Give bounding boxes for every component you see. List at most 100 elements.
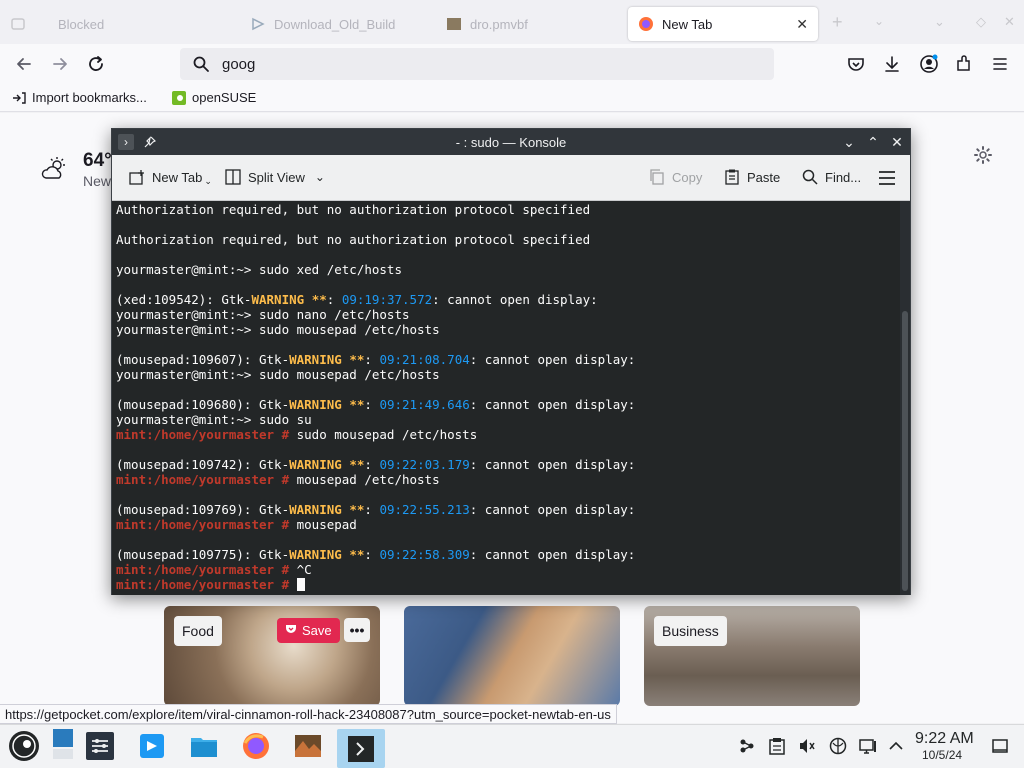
bookmark-import[interactable]: Import bookmarks... bbox=[12, 90, 147, 105]
vscode-icon bbox=[250, 16, 266, 32]
pocket-icon[interactable] bbox=[846, 54, 866, 74]
firefox-icon[interactable] bbox=[238, 729, 274, 763]
peek-desktop-icon[interactable] bbox=[990, 736, 1010, 756]
url-bar[interactable] bbox=[180, 48, 774, 80]
close-icon[interactable]: ✕ bbox=[888, 133, 906, 151]
account-icon[interactable] bbox=[919, 54, 939, 74]
downloads-icon[interactable] bbox=[882, 54, 902, 74]
copy-label: Copy bbox=[672, 169, 703, 185]
file-manager-icon[interactable] bbox=[186, 729, 222, 763]
minimize-window-icon[interactable]: ⌄ bbox=[934, 14, 945, 30]
opensuse-icon bbox=[172, 90, 186, 105]
new-tab-plus-icon[interactable]: + bbox=[832, 12, 843, 33]
bookmark-label: Import bookmarks... bbox=[32, 90, 147, 105]
extensions-icon[interactable] bbox=[954, 54, 974, 74]
konsole-window: › - : sudo — Konsole ⌄ ⌃ ✕ New Tab ⌄ Spl… bbox=[111, 128, 911, 595]
maximize-window-icon[interactable]: ◇ bbox=[976, 14, 986, 30]
close-window-icon[interactable]: ✕ bbox=[1004, 14, 1015, 30]
clock-date[interactable]: 10/5/24 bbox=[922, 748, 962, 762]
paste-icon bbox=[723, 168, 741, 186]
terminal-line: yourmaster@mint:~> sudo mousepad /etc/ho… bbox=[116, 367, 440, 382]
chevron-down-icon[interactable]: ⌄ bbox=[840, 133, 858, 151]
terminal-icon: › bbox=[118, 134, 134, 150]
tab-label: Download_Old_Build bbox=[274, 16, 396, 32]
network-icon[interactable] bbox=[828, 736, 848, 756]
tab-dro[interactable]: dro.pmvbf bbox=[436, 7, 622, 41]
bookmark-label: openSUSE bbox=[192, 90, 257, 105]
save-to-pocket-button[interactable]: Save bbox=[277, 618, 340, 643]
url-input[interactable] bbox=[222, 55, 722, 73]
tab-label: New Tab bbox=[662, 16, 713, 32]
konsole-toolbar: New Tab ⌄ Split View ⌄ Copy Paste Find..… bbox=[112, 155, 910, 201]
find-label: Find... bbox=[825, 169, 862, 185]
weather-location: New bbox=[83, 173, 112, 189]
menu-hamburger-icon[interactable] bbox=[990, 54, 1010, 74]
list-tabs-chevron-icon[interactable]: ⌄ bbox=[874, 14, 884, 28]
back-icon[interactable] bbox=[13, 53, 35, 75]
terminal-line: mint:/home/yourmaster # ^C bbox=[116, 562, 312, 577]
copy-icon bbox=[648, 168, 666, 186]
save-label: Save bbox=[302, 623, 332, 638]
gear-icon[interactable] bbox=[973, 145, 993, 165]
opensuse-launcher-icon[interactable] bbox=[6, 729, 42, 763]
clipboard-icon[interactable] bbox=[767, 736, 787, 756]
terminal-cursor bbox=[296, 578, 305, 591]
clock-time[interactable]: 9:22 AM bbox=[915, 730, 974, 748]
link-status-url: https://getpocket.com/explore/item/viral… bbox=[0, 704, 617, 724]
paste-button[interactable]: Paste bbox=[723, 168, 780, 186]
bookmarks-bar: Import bookmarks... openSUSE bbox=[0, 86, 1024, 112]
show-desktop-icon[interactable] bbox=[44, 727, 80, 761]
pin-icon[interactable] bbox=[142, 134, 158, 150]
chevron-up-icon[interactable]: ⌃ bbox=[864, 133, 882, 151]
tab-blocked[interactable]: Blocked bbox=[0, 7, 240, 41]
story-card-business[interactable]: Business bbox=[644, 606, 860, 706]
terminal-output[interactable]: Authorization required, but no authoriza… bbox=[112, 201, 900, 595]
find-button[interactable]: Find... bbox=[801, 168, 861, 186]
scrollbar-thumb[interactable] bbox=[902, 311, 908, 591]
tab-label: dro.pmvbf bbox=[470, 16, 528, 32]
chevron-down-icon: ⌄ bbox=[204, 176, 212, 186]
copy-button[interactable]: Copy bbox=[648, 168, 702, 186]
tab-new-tab[interactable]: New Tab ✕ bbox=[628, 7, 818, 41]
konsole-taskbar-icon[interactable] bbox=[337, 729, 385, 768]
terminal-line: (xed:109542): Gtk-WARNING **: 09:19:37.5… bbox=[116, 292, 598, 307]
volume-muted-icon[interactable] bbox=[797, 736, 817, 756]
search-icon bbox=[192, 55, 210, 73]
card-category-tag: Food bbox=[174, 616, 222, 646]
terminal-scrollbar[interactable] bbox=[900, 201, 910, 595]
partly-cloudy-icon bbox=[40, 156, 68, 184]
display-icon[interactable] bbox=[858, 736, 878, 756]
terminal-line: Authorization required, but no authoriza… bbox=[116, 232, 591, 247]
tab-label: Blocked bbox=[58, 16, 105, 32]
more-options-button[interactable]: ••• bbox=[344, 618, 370, 642]
firefox-icon bbox=[638, 16, 654, 32]
new-tab-icon bbox=[128, 169, 146, 187]
image-viewer-icon[interactable] bbox=[290, 729, 326, 763]
reload-icon[interactable] bbox=[85, 53, 107, 75]
konsole-title: - : sudo — Konsole bbox=[455, 134, 567, 150]
konsole-title-bar[interactable]: › - : sudo — Konsole ⌄ ⌃ ✕ bbox=[112, 129, 910, 155]
weather-temperature: 64° bbox=[83, 150, 112, 171]
story-card-food[interactable]: Food Save ••• bbox=[164, 606, 380, 706]
tab-download[interactable]: Download_Old_Build bbox=[240, 7, 436, 41]
chevron-up-icon[interactable] bbox=[886, 736, 906, 756]
discover-icon[interactable] bbox=[134, 729, 170, 763]
hamburger-menu-icon[interactable] bbox=[878, 169, 896, 187]
chevron-down-icon: ⌄ bbox=[314, 170, 325, 184]
terminal-line: mint:/home/yourmaster # mousepad bbox=[116, 517, 357, 532]
forward-icon[interactable] bbox=[49, 53, 71, 75]
story-card-shopping[interactable] bbox=[404, 606, 620, 706]
system-settings-icon[interactable] bbox=[82, 729, 118, 763]
new-tab-button[interactable]: New Tab ⌄ bbox=[128, 168, 212, 187]
terminal-line: yourmaster@mint:~> sudo xed /etc/hosts bbox=[116, 262, 402, 277]
terminal-line: mint:/home/yourmaster # bbox=[116, 577, 900, 592]
terminal-line: mint:/home/yourmaster # sudo mousepad /e… bbox=[116, 427, 478, 442]
split-view-button[interactable]: Split View ⌄ bbox=[224, 168, 325, 186]
bookmark-opensuse[interactable]: openSUSE bbox=[172, 90, 256, 105]
kde-connect-icon[interactable] bbox=[737, 736, 757, 756]
search-icon bbox=[801, 168, 819, 186]
close-tab-icon[interactable]: ✕ bbox=[796, 16, 808, 33]
